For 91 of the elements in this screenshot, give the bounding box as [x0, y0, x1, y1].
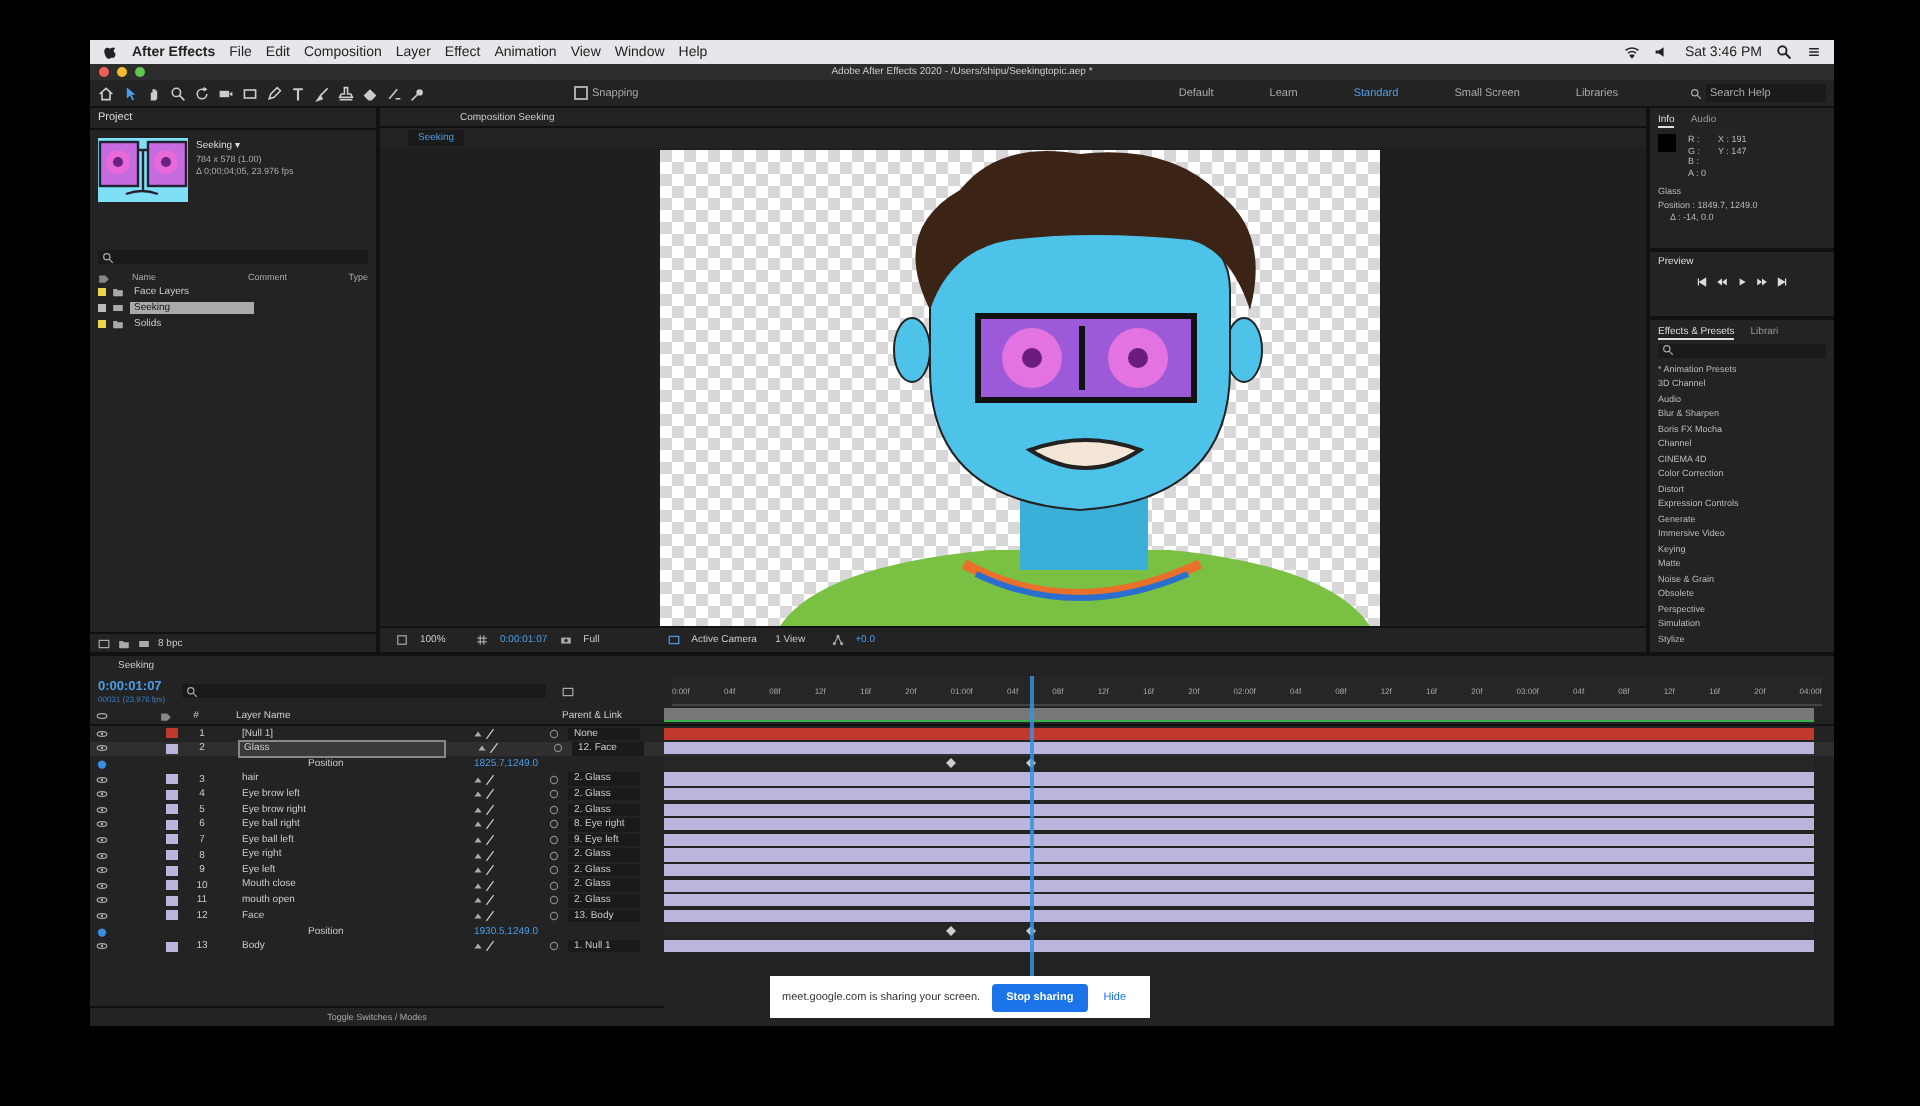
zoom-icon[interactable]	[170, 85, 186, 101]
label-icon[interactable]	[98, 271, 110, 283]
search-icon[interactable]	[1776, 44, 1792, 60]
label-color-swatch[interactable]	[166, 728, 178, 739]
layer-duration-bar[interactable]	[664, 818, 1814, 831]
eye-icon[interactable]	[96, 788, 108, 801]
search-icon	[1662, 344, 1674, 356]
label-color-swatch[interactable]	[166, 819, 178, 830]
pointer-icon[interactable]	[122, 85, 138, 101]
layer-duration-bar[interactable]	[664, 909, 1814, 923]
wifi-icon[interactable]	[1624, 44, 1641, 60]
stopwatch-icon[interactable]	[96, 757, 108, 770]
camera-icon[interactable]	[559, 634, 572, 646]
brush-icon[interactable]	[314, 85, 330, 101]
window-controls-icon[interactable]	[98, 66, 150, 78]
label-color-swatch[interactable]	[166, 743, 178, 754]
stopwatch-icon[interactable]	[96, 925, 108, 938]
layer-duration-bar[interactable]	[664, 894, 1814, 907]
rotate-icon[interactable]	[194, 85, 210, 101]
search-icon	[102, 251, 114, 263]
roto-brush-icon[interactable]	[386, 85, 402, 101]
layer-duration-bar[interactable]	[664, 940, 1814, 953]
eye-icon[interactable]	[96, 727, 108, 740]
last-frame-icon[interactable]	[1776, 276, 1788, 289]
label-color-swatch[interactable]	[166, 789, 178, 800]
eye-icon[interactable]	[96, 742, 108, 755]
folder-icon	[112, 318, 124, 330]
eye-icon[interactable]	[96, 709, 108, 721]
label-icon[interactable]	[160, 709, 172, 721]
eye-icon[interactable]	[96, 773, 108, 786]
grid-icon[interactable]	[476, 634, 488, 646]
stamp-icon[interactable]	[338, 85, 354, 101]
search-icon	[185, 685, 198, 697]
layer-duration-bar[interactable]	[664, 864, 1814, 877]
label-color-swatch[interactable]	[166, 804, 178, 815]
eye-icon[interactable]	[96, 818, 108, 831]
label-swatch	[98, 320, 106, 328]
eye-icon[interactable]	[96, 909, 108, 922]
first-frame-icon[interactable]	[1696, 276, 1708, 289]
eye-icon[interactable]	[96, 803, 108, 816]
folder-icon	[112, 286, 124, 298]
layer-search-field[interactable]	[181, 684, 546, 698]
transparency-grid-icon[interactable]	[667, 634, 680, 646]
composition-icon[interactable]	[138, 637, 150, 649]
next-frame-icon[interactable]	[1756, 276, 1768, 289]
shy-switch-icon[interactable]	[472, 940, 484, 953]
color-swatch	[1658, 134, 1676, 152]
project-search-field[interactable]	[98, 250, 368, 264]
layer-duration-bar[interactable]	[664, 742, 1814, 755]
rectangle-tool-icon[interactable]	[242, 85, 258, 101]
flowchart-icon[interactable]	[831, 634, 844, 646]
layer-duration-bar[interactable]	[664, 788, 1814, 801]
layer-duration-bar[interactable]	[664, 833, 1814, 847]
eye-icon[interactable]	[96, 894, 108, 907]
list-icon[interactable]	[1806, 44, 1822, 60]
thumbnail-drawing	[98, 138, 188, 202]
pen-icon[interactable]	[266, 85, 282, 101]
quality-switch-icon[interactable]	[484, 940, 496, 953]
eraser-icon[interactable]	[362, 85, 378, 101]
type-tool-icon[interactable]	[290, 85, 306, 101]
play-icon[interactable]	[1736, 276, 1748, 289]
snapping-checkbox[interactable]	[574, 86, 588, 100]
layer-duration-bar[interactable]	[664, 879, 1814, 892]
label-color-swatch[interactable]	[166, 850, 178, 861]
label-color-swatch[interactable]	[166, 941, 178, 952]
previous-frame-icon[interactable]	[1716, 276, 1728, 289]
label-color-swatch[interactable]	[166, 895, 178, 906]
camera-icon[interactable]	[218, 85, 234, 101]
composition-icon	[112, 302, 124, 314]
eye-icon[interactable]	[96, 864, 108, 877]
label-color-swatch[interactable]	[166, 865, 178, 876]
label-swatch	[98, 304, 106, 312]
label-color-swatch[interactable]	[166, 834, 178, 845]
graph-editor-icon[interactable]	[561, 685, 574, 697]
eye-icon[interactable]	[96, 940, 108, 953]
label-swatch	[98, 288, 106, 296]
eye-icon[interactable]	[96, 833, 108, 846]
home-icon[interactable]	[98, 85, 114, 101]
effects-search-field[interactable]	[1658, 343, 1826, 357]
layer-duration-bar[interactable]	[664, 803, 1814, 816]
interpret-footage-icon[interactable]	[98, 637, 110, 649]
label-color-swatch[interactable]	[166, 880, 178, 891]
pick-whip-icon[interactable]	[548, 940, 560, 953]
label-color-swatch[interactable]	[166, 910, 178, 921]
search-icon	[1690, 87, 1702, 99]
label-color-swatch[interactable]	[166, 774, 178, 785]
eye-icon[interactable]	[96, 879, 108, 892]
eye-icon[interactable]	[96, 849, 108, 862]
puppet-pin-icon[interactable]	[410, 85, 426, 101]
region-of-interest-icon[interactable]	[396, 634, 408, 646]
apple-icon[interactable]	[102, 44, 118, 60]
